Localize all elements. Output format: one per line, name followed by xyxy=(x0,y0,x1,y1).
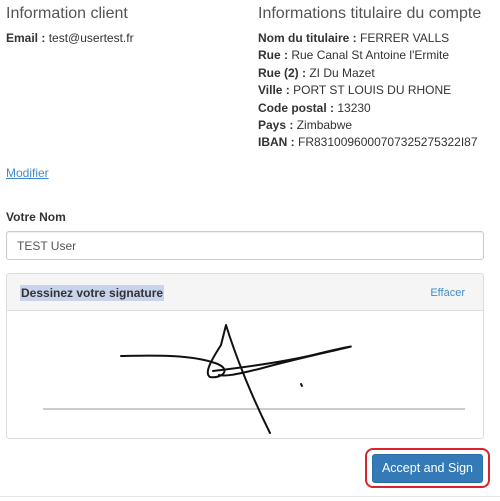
holder-iban-value: FR8310096000707325275322I87 xyxy=(298,135,478,150)
signature-stroke xyxy=(120,324,352,434)
name-field-label: Votre Nom xyxy=(6,210,66,224)
clear-signature-link[interactable]: Effacer xyxy=(430,287,465,299)
holder-iban-label: IBAN : xyxy=(258,135,295,150)
holder-postal-line: Code postal : 13230 xyxy=(258,100,498,117)
holder-city-value: PORT ST LOUIS DU RHONE xyxy=(293,83,452,98)
holder-iban-line: IBAN : FR8310096000707325275322I87 xyxy=(258,134,498,151)
modify-link[interactable]: Modifier xyxy=(6,166,49,180)
holder-street-line: Rue : Rue Canal St Antoine l'Ermite xyxy=(258,47,498,64)
holder-country-label: Pays : xyxy=(258,118,294,133)
holder-name-value: FERRER VALLS xyxy=(360,31,450,45)
client-info-section: Information client Email : test@usertest… xyxy=(6,4,246,47)
signature-panel-header: Dessinez votre signature Effacer xyxy=(7,274,483,311)
holder-name-line: Nom du titulaire : FERRER VALLS xyxy=(258,30,498,47)
holder-postal-value: 13230 xyxy=(337,100,371,115)
accept-button-highlight: Accept and Sign xyxy=(365,448,490,488)
accept-and-sign-button[interactable]: Accept and Sign xyxy=(372,454,483,483)
signature-canvas[interactable] xyxy=(7,311,483,439)
client-email-value: test@usertest.fr xyxy=(48,31,134,45)
holder-postal-label: Code postal : xyxy=(258,100,335,115)
name-input[interactable] xyxy=(6,231,484,260)
client-email-line: Email : test@usertest.fr xyxy=(6,30,246,47)
holder-street-label: Rue : xyxy=(258,48,288,63)
signature-panel-title: Dessinez votre signature xyxy=(20,285,165,301)
holder-name-label: Nom du titulaire : xyxy=(258,31,357,45)
holder-street2-line: Rue (2) : ZI Du Mazet xyxy=(258,65,498,82)
client-info-title: Information client xyxy=(6,5,128,22)
account-holder-title: Informations titulaire du compte xyxy=(258,5,482,22)
bottom-divider xyxy=(0,496,500,497)
holder-street2-label: Rue (2) : xyxy=(258,65,306,80)
signature-dot xyxy=(300,383,303,387)
holder-street2-value: ZI Du Mazet xyxy=(309,65,375,80)
account-holder-section: Informations titulaire du compte Nom du … xyxy=(258,4,498,152)
holder-country-line: Pays : Zimbabwe xyxy=(258,117,498,134)
holder-country-value: Zimbabwe xyxy=(296,118,353,133)
client-email-label: Email : xyxy=(6,31,46,45)
signature-panel: Dessinez votre signature Effacer xyxy=(6,273,484,439)
holder-city-label: Ville : xyxy=(258,83,290,98)
holder-street-value: Rue Canal St Antoine l'Ermite xyxy=(291,48,450,63)
holder-city-line: Ville : PORT ST LOUIS DU RHONE xyxy=(258,82,498,99)
